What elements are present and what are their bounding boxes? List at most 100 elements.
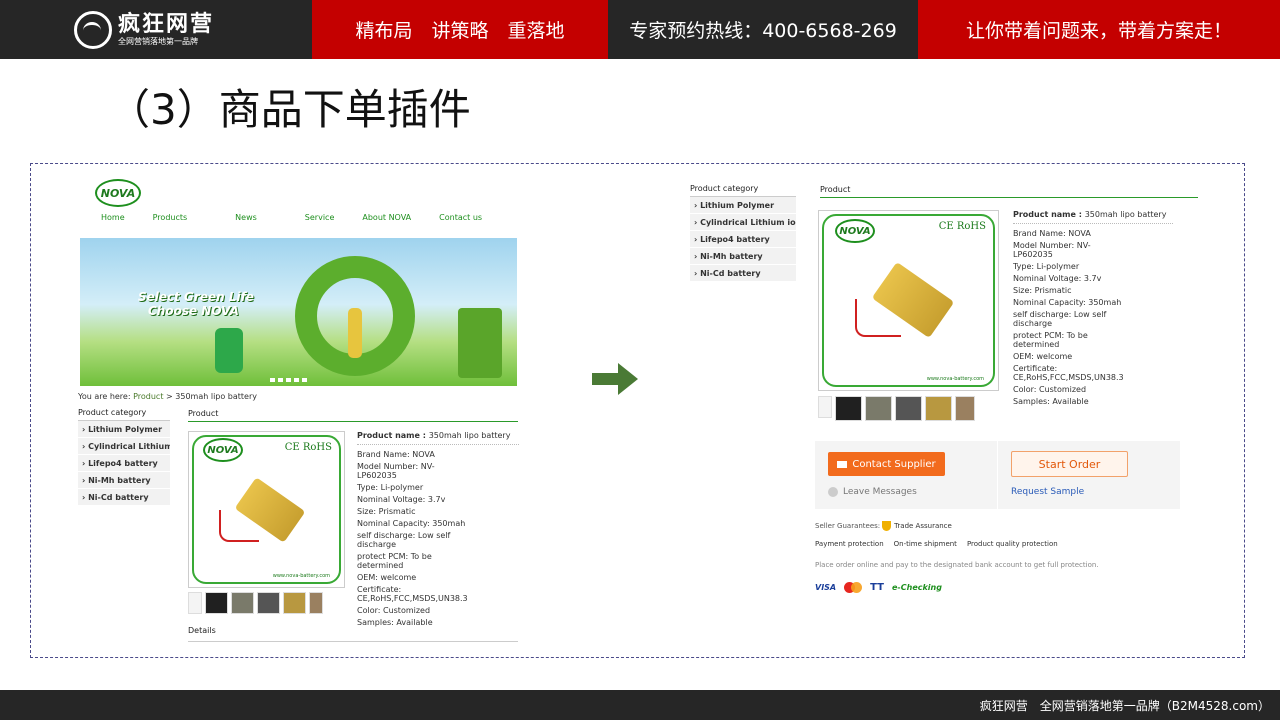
nav-contact[interactable]: Contact us bbox=[439, 213, 482, 229]
site-nav: Home Products News Service About NOVA Co… bbox=[73, 213, 528, 229]
nav-news[interactable]: News bbox=[235, 213, 257, 229]
spec-row: self discharge: Low self discharge bbox=[357, 531, 451, 549]
spec-row: protect PCM: To be determined bbox=[357, 552, 432, 570]
image-url-text: www.nova-battery.com bbox=[926, 376, 984, 382]
thumbnail[interactable] bbox=[309, 592, 323, 614]
category-sidebar: Product category › Lithium Polymer › Cyl… bbox=[690, 184, 796, 282]
nova-logo: NOVA bbox=[835, 219, 875, 243]
hero-banner: Select Green Life Choose NOVA bbox=[80, 238, 517, 386]
nova-logo: NOVA bbox=[203, 438, 243, 462]
guarantee-list: Payment protection On-time shipment Prod… bbox=[815, 540, 1058, 548]
spec-row: Size: Prismatic bbox=[1013, 286, 1072, 295]
hotline: 专家预约热线：400-6568-269 bbox=[608, 0, 918, 59]
message-icon bbox=[828, 487, 838, 497]
category-item[interactable]: › Ni-Mh battery bbox=[690, 248, 796, 265]
spec-row: Type: Li-polymer bbox=[1013, 262, 1080, 271]
thumbnail[interactable] bbox=[231, 592, 254, 614]
logo-title: 疯狂网营 bbox=[118, 11, 215, 37]
contact-supplier-button[interactable]: Contact Supplier bbox=[828, 452, 945, 476]
spec-row: Size: Prismatic bbox=[357, 507, 416, 516]
category-item[interactable]: › Cylindrical Lithium ion bbox=[78, 438, 170, 455]
shield-icon bbox=[882, 521, 892, 531]
ce-rohs-mark: CE RoHS bbox=[284, 442, 332, 453]
spec-row: Certificate: CE,RoHS,FCC,MSDS,UN38.3 bbox=[1013, 364, 1124, 382]
spec-row: Nominal Capacity: 350mah bbox=[1013, 298, 1122, 307]
spec-row: Certificate: CE,RoHS,FCC,MSDS,UN38.3 bbox=[357, 585, 468, 603]
spec-row: OEM: welcome bbox=[1013, 352, 1073, 361]
details-heading[interactable]: Details bbox=[188, 626, 518, 642]
trade-assurance-link[interactable]: Trade Assurance bbox=[894, 522, 952, 530]
category-item[interactable]: › Lithium Polymer bbox=[690, 197, 796, 214]
thumbnail-strip bbox=[188, 592, 323, 614]
spec-row: Nominal Voltage: 3.7v bbox=[1013, 274, 1102, 283]
echecking-icon: e-Checking bbox=[892, 583, 942, 592]
brand-logo: 疯狂网营 全网营销落地第一品牌 bbox=[0, 0, 312, 59]
image-url-text: www.nova-battery.com bbox=[272, 573, 330, 579]
envelope-icon bbox=[837, 460, 848, 468]
footer: 疯狂网营 全网营销落地第一品牌（B2M4528.com） bbox=[0, 690, 1280, 720]
product-image[interactable]: NOVA CE RoHS www.nova-battery.com bbox=[188, 431, 345, 588]
arrow-right-icon bbox=[592, 363, 638, 395]
thumbnail[interactable] bbox=[835, 396, 862, 421]
category-item[interactable]: › Lifepo4 battery bbox=[78, 455, 170, 472]
nav-about[interactable]: About NOVA bbox=[362, 213, 411, 229]
guarantee-item: Payment protection bbox=[815, 540, 884, 548]
thumbnail[interactable] bbox=[865, 396, 892, 421]
order-plugin: Contact Supplier Leave Messages Start Or… bbox=[815, 441, 1180, 509]
product-heading: Product bbox=[188, 409, 518, 422]
product-name: Product name : 350mah lipo battery bbox=[1013, 210, 1173, 224]
logo-subtitle: 全网营销落地第一品牌 bbox=[118, 36, 198, 46]
thumbnail[interactable] bbox=[188, 592, 202, 614]
wire-image bbox=[855, 299, 901, 337]
breadcrumb-product-link[interactable]: Product bbox=[133, 392, 163, 401]
thumbnail[interactable] bbox=[283, 592, 306, 614]
category-item[interactable]: › Lithium Polymer bbox=[78, 421, 170, 438]
spec-row: protect PCM: To be determined bbox=[1013, 331, 1088, 349]
ce-rohs-mark: CE RoHS bbox=[938, 221, 986, 232]
visa-icon: VISA bbox=[815, 583, 837, 592]
product-heading: Product bbox=[820, 185, 1198, 198]
category-heading: Product category bbox=[78, 408, 170, 421]
thumbnail[interactable] bbox=[955, 396, 975, 421]
nav-products[interactable]: Products bbox=[153, 213, 188, 229]
spec-row: Color: Customized bbox=[1013, 385, 1087, 394]
website-screenshot-right: Product category › Lithium Polymer › Cyl… bbox=[685, 175, 1205, 605]
seller-guarantees: Seller Guarantees: Trade Assurance bbox=[815, 521, 952, 531]
category-item[interactable]: › Cylindrical Lithium ion bbox=[690, 214, 796, 231]
spec-row: Type: Li-polymer bbox=[357, 483, 424, 492]
category-item[interactable]: › Ni-Mh battery bbox=[78, 472, 170, 489]
grass-battery-image bbox=[458, 308, 502, 378]
category-item[interactable]: › Lifepo4 battery bbox=[690, 231, 796, 248]
thumbnail[interactable] bbox=[818, 396, 832, 418]
category-item[interactable]: › Ni-Cd battery bbox=[690, 265, 796, 282]
product-image[interactable]: NOVA CE RoHS www.nova-battery.com bbox=[818, 210, 999, 391]
spec-row: Color: Customized bbox=[357, 606, 431, 615]
category-item[interactable]: › Ni-Cd battery bbox=[78, 489, 170, 506]
top-banner: 疯狂网营 全网营销落地第一品牌 精布局 讲策略 重落地 专家预约热线：400-6… bbox=[0, 0, 1280, 59]
page-title: （3）商品下单插件 bbox=[108, 85, 471, 134]
payment-methods: VISA TT e-Checking bbox=[815, 582, 942, 593]
start-order-button[interactable]: Start Order bbox=[1011, 451, 1128, 477]
guarantee-item: On-time shipment bbox=[893, 540, 957, 548]
place-order-note: Place order online and pay to the design… bbox=[815, 561, 1099, 569]
spec-row: Nominal Capacity: 350mah bbox=[357, 519, 466, 528]
request-sample-link[interactable]: Request Sample bbox=[1011, 487, 1084, 497]
tt-icon: TT bbox=[870, 582, 884, 593]
thumbnail[interactable] bbox=[895, 396, 922, 421]
tagline: 让你带着问题来，带着方案走！ bbox=[918, 0, 1280, 59]
leave-messages-link[interactable]: Leave Messages bbox=[828, 487, 917, 497]
thumbnail[interactable] bbox=[925, 396, 952, 421]
thumbnail-strip bbox=[818, 396, 975, 421]
spec-row: Brand Name: NOVA bbox=[1013, 229, 1091, 238]
product-name: Product name : 350mah lipo battery bbox=[357, 431, 519, 445]
nav-service[interactable]: Service bbox=[305, 213, 335, 229]
wire-image bbox=[219, 510, 259, 542]
thumbnail[interactable] bbox=[205, 592, 228, 614]
carousel-dots[interactable] bbox=[270, 378, 307, 382]
website-screenshot-left: NOVA Home Products News Service About NO… bbox=[73, 171, 528, 642]
guarantee-item: Product quality protection bbox=[966, 540, 1058, 548]
spec-row: Brand Name: NOVA bbox=[357, 450, 435, 459]
nav-home[interactable]: Home bbox=[101, 213, 125, 229]
spec-row: Samples: Available bbox=[1013, 397, 1089, 406]
thumbnail[interactable] bbox=[257, 592, 280, 614]
